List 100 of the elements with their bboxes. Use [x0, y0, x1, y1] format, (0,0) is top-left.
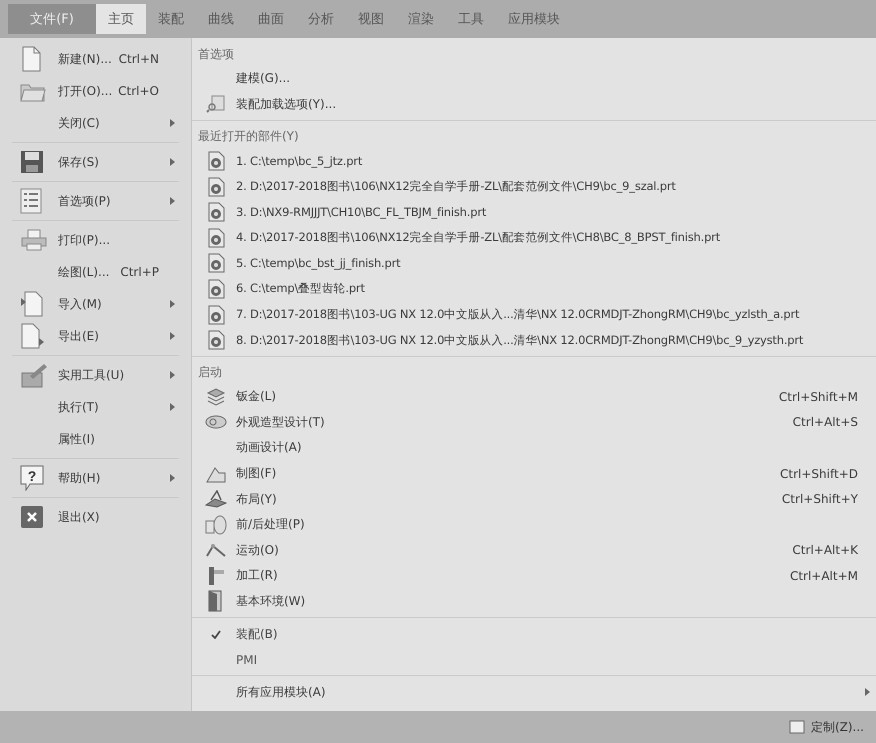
menu-item[interactable]: 打印(P)... — [10, 224, 183, 256]
menu-item-label: 基本环境(W) — [236, 592, 306, 610]
recent-file-item[interactable]: 2. D:\2017-2018图书\106\NX12完全自学手册-ZL\配套范例文件\CH9\bc_9_szal.prt — [192, 174, 876, 200]
shortcut-text: Ctrl+Alt+S — [792, 415, 858, 430]
recent-file-item[interactable]: 5. C:\temp\bc_bst_jj_finish.prt — [192, 250, 876, 276]
section-heading: 启动 — [197, 364, 223, 381]
toggle-menu-item[interactable]: 装配(B) — [192, 621, 876, 647]
submenu-arrow-icon — [170, 300, 175, 308]
menu-item[interactable]: 建模(G)... — [192, 66, 876, 92]
sheet-stack-icon — [206, 388, 226, 406]
menu-item[interactable]: 属性(I) — [10, 423, 183, 455]
ribbon-tab[interactable]: 主页 — [96, 4, 146, 34]
part-file-icon — [207, 176, 225, 197]
menu-item-label: 退出(X) — [58, 508, 101, 526]
menu-item[interactable]: 保存(S) — [10, 146, 183, 178]
section-heading: 最近打开的部件(Y) — [197, 128, 300, 146]
menu-item-label: 加工(R) — [236, 567, 278, 584]
help-icon: ? — [20, 465, 44, 491]
file-path-text: 5. C:\temp\bc_bst_jj_finish.prt — [236, 256, 400, 270]
recent-file-item[interactable]: 8. D:\2017-2018图书\103-UG NX 12.0中文版从入...清华\NX 12.0CRMDJT-ZhongRM\CH9\bc_9_yzysth.prt — [192, 327, 876, 353]
menu-item-label: 新建(N)... — [58, 50, 113, 68]
menu-item[interactable]: 加工(R) Ctrl+Alt+M — [192, 563, 876, 589]
submenu-arrow-icon — [170, 197, 175, 205]
menu-item[interactable]: 装配加载选项(Y)... — [192, 92, 876, 118]
checkbox-icon — [788, 720, 805, 734]
menu-item[interactable]: 所有应用模块(A) — [192, 679, 876, 706]
menu-item[interactable]: 外观造型设计(T) Ctrl+Alt+S — [192, 410, 876, 436]
document-icon — [20, 46, 42, 72]
list-icon — [20, 188, 42, 214]
file-path-text: 2. D:\2017-2018图书\106\NX12完全自学手册-ZL\配套范例文件\CH9\bc_9_szal.prt — [236, 179, 676, 194]
shortcut-text: Ctrl+O — [118, 84, 159, 98]
toolbox-icon — [20, 362, 48, 388]
shortcut-text: Ctrl+Alt+K — [792, 543, 858, 558]
file-path-text: 8. D:\2017-2018图书\103-UG NX 12.0中文版从入...清华\NX 12.0CRMDJT-ZhongRM\CH9\bc_9_yzysth.prt — [236, 332, 804, 348]
submenu-arrow-icon — [170, 158, 175, 166]
menu-item[interactable]: 布局(Y) Ctrl+Shift+Y — [192, 486, 876, 512]
menu-item[interactable]: 基本环境(W) — [192, 588, 876, 614]
menu-item[interactable]: 动画设计(A) — [192, 435, 876, 461]
menu-item-label: 首选项(P) — [58, 192, 112, 210]
menu-item-label: 实用工具(U) — [58, 366, 126, 384]
recent-file-item[interactable]: 7. D:\2017-2018图书\103-UG NX 12.0中文版从入...清华\NX 12.0CRMDJT-ZhongRM\CH9\bc_yzlsth_a.prt — [192, 302, 876, 328]
submenu-arrow-icon — [170, 119, 175, 127]
menu-item-label: 帮助(H) — [58, 470, 102, 486]
menu-item-label: 关闭(C) — [58, 114, 101, 132]
milling-tool-icon — [206, 566, 226, 586]
submenu-arrow-icon — [170, 332, 175, 340]
menu-item[interactable]: 新建(N)... Ctrl+N — [10, 43, 183, 75]
menu-item[interactable]: 实用工具(U) — [10, 359, 183, 391]
recent-file-item[interactable]: 1. C:\temp\bc_5_jtz.prt — [192, 148, 876, 174]
menu-item[interactable]: 钣金(L) Ctrl+Shift+M — [192, 384, 876, 410]
menu-item[interactable]: 打开(O)... Ctrl+O — [10, 75, 183, 107]
menu-item-label: 前/后处理(P) — [236, 516, 305, 534]
menu-item[interactable]: 导出(E) — [10, 320, 183, 352]
menu-item[interactable]: 退出(X) — [10, 501, 183, 533]
part-file-icon — [207, 228, 225, 248]
recent-file-item[interactable]: 6. C:\temp\叠型齿轮.prt — [192, 276, 876, 302]
menu-item-label: 外观造型设计(T) — [236, 414, 325, 431]
part-file-icon — [207, 278, 225, 299]
recent-file-item[interactable]: 4. D:\2017-2018图书\106\NX12完全自学手册-ZL\配套范例文件\CH8\BC_8_BPST_finish.prt — [192, 224, 876, 251]
menu-item-label: 打开(O)... — [58, 82, 114, 100]
file-path-text: 6. C:\temp\叠型齿轮.prt — [236, 281, 365, 296]
menu-item[interactable]: ? 帮助(H) — [10, 462, 183, 494]
shortcut-text: Ctrl+Shift+M — [778, 390, 858, 404]
menu-item-label: 导出(E) — [58, 328, 100, 344]
recent-file-item[interactable]: 3. D:\NX9-RMJJJT\CH10\BC_FL_TBJM_finish.prt — [192, 199, 876, 225]
menu-item[interactable]: 绘图(L)... Ctrl+P — [10, 256, 183, 288]
blob-shape-icon — [205, 414, 227, 430]
menu-item[interactable]: 关闭(C) — [10, 107, 183, 139]
shortcut-text: Ctrl+Alt+M — [790, 568, 858, 583]
menu-item-label: 钣金(L) — [236, 388, 276, 406]
part-file-icon — [207, 253, 225, 274]
menu-item[interactable]: 执行(T) — [10, 391, 183, 423]
menu-item[interactable]: 导入(M) — [10, 288, 183, 320]
menu-item-label: 绘图(L)... — [58, 264, 110, 280]
part-file-icon — [207, 150, 225, 171]
menu-item[interactable]: 运动(O) Ctrl+Alt+K — [192, 538, 876, 564]
shortcut-text: Ctrl+N — [118, 52, 159, 66]
menu-item-label: 所有应用模块(A) — [236, 684, 326, 701]
file-path-text: 3. D:\NX9-RMJJJT\CH10\BC_FL_TBJM_finish.prt — [236, 205, 486, 220]
menu-item-label: 保存(S) — [58, 154, 100, 170]
menu-item-label: 属性(I) — [58, 430, 96, 448]
submenu-arrow-icon — [865, 688, 870, 696]
menu-item[interactable]: 首选项(P) — [10, 185, 183, 217]
menu-item[interactable]: 前/后处理(P) — [192, 512, 876, 538]
menu-item-label: 运动(O) — [236, 542, 279, 559]
menu-item-label: 执行(T) — [58, 398, 100, 416]
import-document-icon — [20, 291, 44, 317]
printer-icon — [20, 229, 48, 251]
menu-item-label: 制图(F) — [236, 465, 276, 482]
customize-button[interactable]: 定制(Z)... — [782, 718, 870, 736]
section-heading: 首选项 — [197, 46, 235, 63]
menu-item-label: 导入(M) — [58, 296, 103, 312]
part-file-icon — [207, 304, 225, 325]
menu-item-label: 装配(B) — [236, 626, 278, 643]
menu-item-label: 打印(P)... — [58, 232, 112, 248]
shortcut-text: Ctrl+Shift+Y — [782, 492, 858, 506]
shortcut-text: Ctrl+P — [120, 265, 159, 279]
menu-item[interactable]: 制图(F) Ctrl+Shift+D — [192, 460, 876, 486]
toggle-menu-item[interactable]: PMI — [192, 646, 876, 672]
file-path-text: 4. D:\2017-2018图书\106\NX12完全自学手册-ZL\配套范例文件\CH8\BC_8_BPST_finish.prt — [236, 230, 720, 246]
